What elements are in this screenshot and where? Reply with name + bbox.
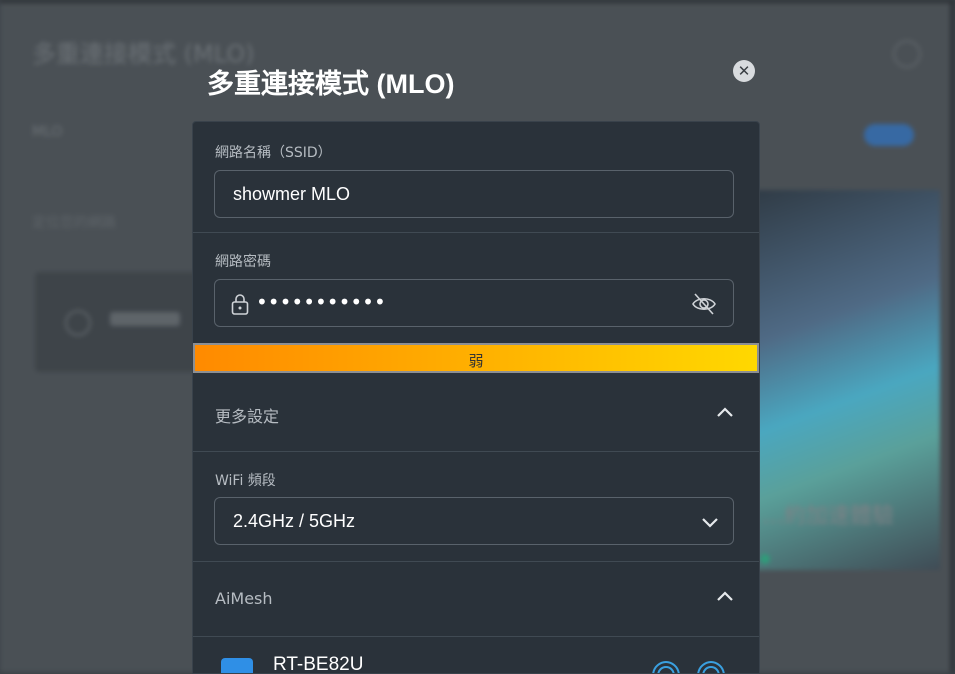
background-mlo-label: MLO (32, 124, 63, 140)
eye-off-icon[interactable] (691, 292, 717, 316)
background-close-icon (893, 40, 921, 68)
more-settings-row[interactable]: 更多設定 (193, 373, 759, 452)
password-label: 網路密碼 (215, 254, 271, 270)
device-name: RT-BE82U (273, 654, 364, 674)
close-icon: ✕ (737, 62, 751, 80)
ssid-input[interactable]: showmer MLO (214, 170, 734, 218)
wifi-band-value: 2.4GHz / 5GHz (233, 511, 356, 531)
chevron-up-icon[interactable] (716, 406, 734, 418)
aimesh-row[interactable]: AiMesh (193, 561, 759, 637)
lock-icon (231, 294, 249, 315)
background-card-icon (65, 310, 91, 336)
password-strength-label: 弱 (468, 352, 484, 370)
dialog-title: 多重連接模式 (MLO) (207, 69, 455, 99)
chevron-down-icon (702, 518, 718, 528)
background-subtitle: 定位您的網路 (32, 215, 116, 231)
wifi-band-select[interactable]: 2.4GHz / 5GHz (214, 497, 734, 545)
background-mlo-toggle (864, 124, 914, 146)
password-section: 網路密碼 ••••••••••• (193, 232, 759, 343)
ssid-value: showmer MLO (233, 184, 351, 204)
more-settings-label: 更多設定 (215, 407, 280, 426)
wifi-band-section: WiFi 頻段 2.4GHz / 5GHz (193, 451, 759, 562)
password-input[interactable]: ••••••••••• (214, 279, 734, 327)
background-banner-dot (760, 554, 770, 564)
close-button[interactable]: ✕ (733, 60, 755, 82)
mlo-dialog: 網路名稱（SSID） showmer MLO 網路密碼 ••••••••••• … (192, 121, 760, 674)
chevron-up-icon[interactable] (716, 590, 734, 602)
aimesh-label: AiMesh (215, 589, 273, 608)
wifi-band-label: WiFi 頻段 (215, 473, 276, 489)
password-value: ••••••••••• (256, 290, 386, 314)
ssid-label: 網路名稱（SSID） (215, 145, 332, 161)
password-strength-bar: 弱 (193, 343, 759, 373)
background-banner-text: …約加速體驗 (762, 504, 895, 529)
background-card-label (110, 312, 180, 326)
ssid-section: 網路名稱（SSID） showmer MLO (193, 122, 759, 233)
